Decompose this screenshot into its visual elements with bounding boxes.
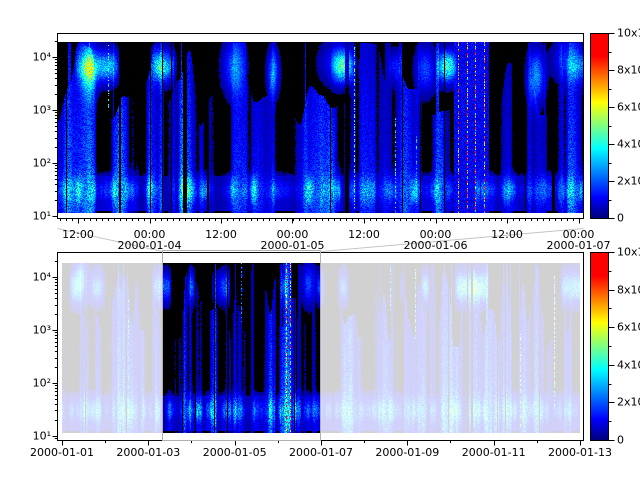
spectrogram-figure: 12:0000:002000-01-0412:0000:002000-01-05… xyxy=(0,0,640,480)
zoom-selection-box[interactable] xyxy=(162,250,321,441)
